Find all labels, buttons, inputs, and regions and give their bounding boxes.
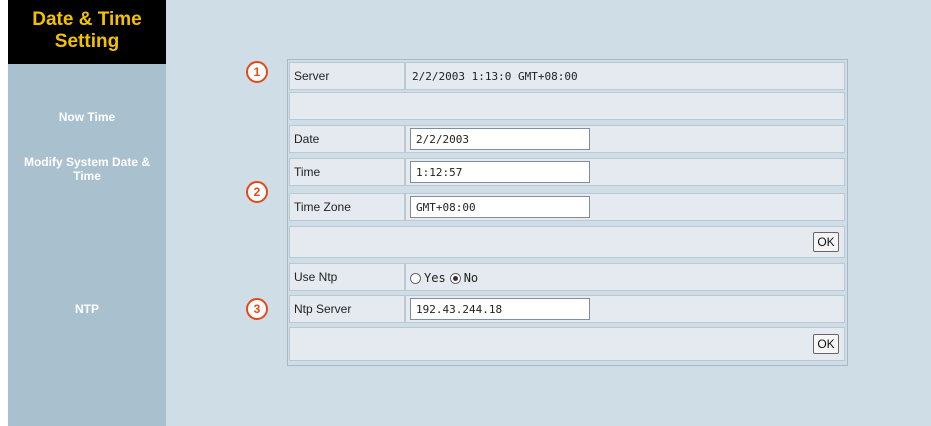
- server-label: Server: [289, 62, 405, 90]
- use-ntp-radio-group: Yes No: [410, 268, 482, 288]
- ntp-yes-radio[interactable]: [410, 272, 421, 284]
- sidebar: Date & Time Setting Now Time Modify Syst…: [8, 0, 166, 426]
- spacer-row: [289, 92, 845, 120]
- modify-ok-row: [289, 226, 845, 258]
- ntp-no-label[interactable]: No: [464, 271, 478, 285]
- marker-3: 3: [246, 298, 268, 320]
- ntp-server-label: Ntp Server: [289, 295, 405, 323]
- time-label: Time: [289, 158, 405, 186]
- marker-2: 2: [246, 181, 268, 203]
- time-input[interactable]: [410, 161, 590, 183]
- page-title-line2: Setting: [54, 31, 120, 52]
- page-title-line1: Date & Time: [32, 9, 142, 30]
- ntp-ok-button[interactable]: OK: [813, 334, 839, 354]
- date-label: Date: [289, 125, 405, 153]
- date-input[interactable]: [410, 128, 590, 150]
- ntp-no-radio[interactable]: [449, 272, 461, 284]
- sidebar-item-now-time: Now Time: [58, 110, 116, 124]
- sidebar-item-label: Time: [73, 169, 101, 183]
- sidebar-item-label: Modify System Date &: [23, 155, 151, 169]
- ntp-server-input[interactable]: [410, 298, 590, 320]
- timezone-label: Time Zone: [289, 193, 405, 221]
- server-time-value: 2/2/2003 1:13:0 GMT+08:00: [405, 62, 845, 90]
- modify-ok-button[interactable]: OK: [813, 232, 839, 252]
- ntp-ok-row: [289, 327, 845, 361]
- ntp-yes-label[interactable]: Yes: [424, 271, 446, 285]
- timezone-input[interactable]: [410, 196, 590, 218]
- sidebar-item-ntp: NTP: [75, 302, 99, 316]
- use-ntp-label: Use Ntp: [289, 263, 405, 291]
- sidebar-item-modify-date-time: Modify System Date & Time: [8, 155, 166, 183]
- marker-1: 1: [246, 61, 268, 83]
- page-title: Date & Time Setting: [8, 0, 166, 64]
